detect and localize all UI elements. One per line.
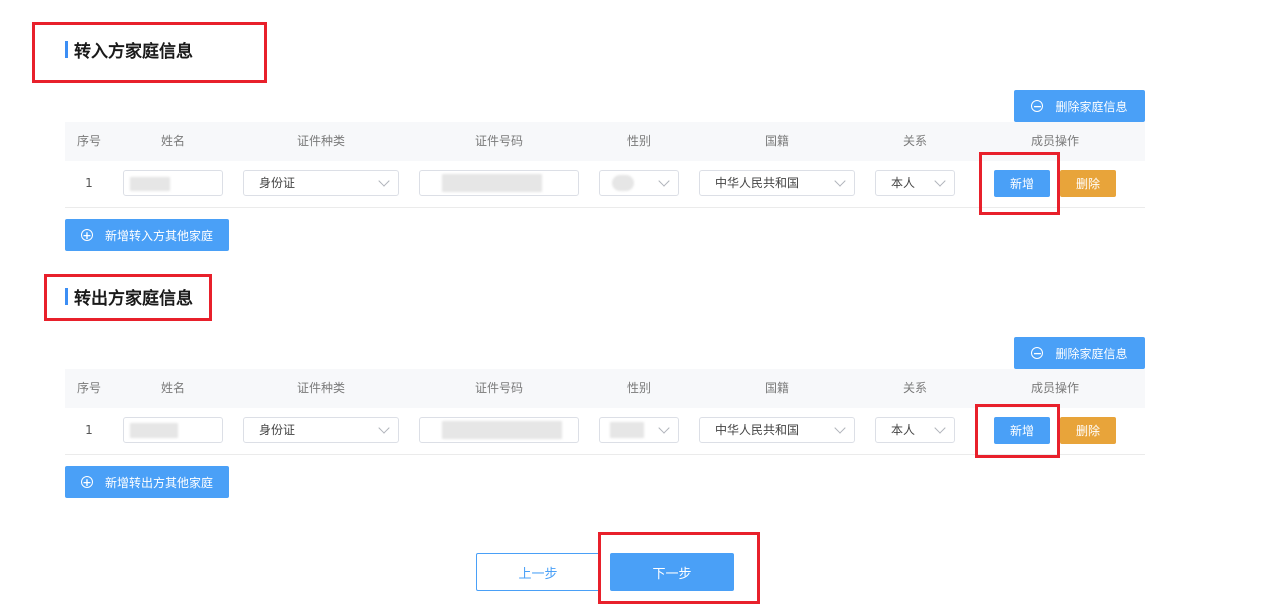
relation-value: 本人 xyxy=(891,423,916,437)
chevron-down-icon xyxy=(834,175,846,187)
chevron-down-icon xyxy=(658,175,670,187)
redacted-mask xyxy=(610,422,644,438)
id-type-value: 身份证 xyxy=(259,423,296,437)
add-in-family-button[interactable]: + 新增转入方其他家庭 xyxy=(65,219,229,251)
nationality-select[interactable]: 中华人民共和国 xyxy=(699,170,855,196)
prev-step-button[interactable]: 上一步 xyxy=(476,553,600,591)
plus-circle-icon: + xyxy=(80,228,93,242)
chevron-down-icon xyxy=(378,175,390,187)
th-name: 姓名 xyxy=(160,134,185,148)
add-in-family-label: 新增转入方其他家庭 xyxy=(104,228,213,243)
title-accent-bar xyxy=(65,288,68,305)
th-nationality: 国籍 xyxy=(764,381,789,395)
delete-member-button[interactable]: 删除 xyxy=(1060,417,1116,444)
th-id-type: 证件种类 xyxy=(296,134,345,148)
delete-member-button[interactable]: 删除 xyxy=(1060,170,1116,197)
add-member-button[interactable]: 新增 xyxy=(994,417,1050,444)
redacted-mask xyxy=(442,421,562,439)
id-number-input[interactable] xyxy=(419,417,579,443)
th-id-type: 证件种类 xyxy=(296,381,345,395)
name-input[interactable] xyxy=(123,170,223,196)
gender-select[interactable] xyxy=(599,417,679,443)
relation-select[interactable]: 本人 xyxy=(875,170,955,196)
gender-select[interactable] xyxy=(599,170,679,196)
add-out-family-button[interactable]: + 新增转出方其他家庭 xyxy=(65,466,229,498)
chevron-down-icon xyxy=(834,422,846,434)
redacted-mask xyxy=(442,174,542,192)
th-member-actions: 成员操作 xyxy=(1030,134,1079,148)
relation-value: 本人 xyxy=(891,176,916,190)
id-type-value: 身份证 xyxy=(259,176,296,190)
section-in-title-text: 转入方家庭信息 xyxy=(74,42,193,62)
id-number-input[interactable] xyxy=(419,170,579,196)
delete-family-button[interactable]: − 删除家庭信息 xyxy=(1014,337,1145,369)
delete-family-label: 删除家庭信息 xyxy=(1055,346,1128,361)
th-nationality: 国籍 xyxy=(764,134,789,148)
row-index: 1 xyxy=(85,176,93,190)
th-id-number: 证件号码 xyxy=(474,134,523,148)
th-id-number: 证件号码 xyxy=(474,381,523,395)
th-member-actions: 成员操作 xyxy=(1030,381,1079,395)
add-member-button[interactable]: 新增 xyxy=(994,170,1050,197)
section-in-title: 转入方家庭信息 xyxy=(65,37,193,62)
th-name: 姓名 xyxy=(160,381,185,395)
nationality-value: 中华人民共和国 xyxy=(715,176,800,190)
th-gender: 性别 xyxy=(626,134,651,148)
table-row: 1 身份证 中华人民共和国 本人 新增 删除 xyxy=(65,408,1145,455)
redacted-mask xyxy=(130,423,178,438)
add-out-family-label: 新增转出方其他家庭 xyxy=(104,475,213,490)
table-header: 序号 姓名 证件种类 证件号码 性别 国籍 关系 成员操作 xyxy=(65,122,1145,161)
th-index: 序号 xyxy=(76,134,101,148)
id-type-select[interactable]: 身份证 xyxy=(243,417,399,443)
id-type-select[interactable]: 身份证 xyxy=(243,170,399,196)
redacted-mask xyxy=(612,175,634,191)
chevron-down-icon xyxy=(658,422,670,434)
delete-family-button[interactable]: − 删除家庭信息 xyxy=(1014,90,1145,122)
minus-circle-icon: − xyxy=(1031,346,1044,360)
title-accent-bar xyxy=(65,41,68,58)
redacted-mask xyxy=(130,177,170,191)
delete-family-label: 删除家庭信息 xyxy=(1055,99,1128,114)
minus-circle-icon: − xyxy=(1031,99,1044,113)
th-relation: 关系 xyxy=(902,381,927,395)
table-row: 1 身份证 中华人民共和国 本人 新增 删除 xyxy=(65,161,1145,208)
chevron-down-icon xyxy=(934,422,946,434)
section-out-title-text: 转出方家庭信息 xyxy=(74,289,193,309)
chevron-down-icon xyxy=(378,422,390,434)
th-relation: 关系 xyxy=(902,134,927,148)
th-gender: 性别 xyxy=(626,381,651,395)
section-out-title: 转出方家庭信息 xyxy=(65,284,193,309)
next-step-button[interactable]: 下一步 xyxy=(610,553,734,591)
plus-circle-icon: + xyxy=(80,475,93,489)
nationality-select[interactable]: 中华人民共和国 xyxy=(699,417,855,443)
nationality-value: 中华人民共和国 xyxy=(715,423,800,437)
name-input[interactable] xyxy=(123,417,223,443)
row-index: 1 xyxy=(85,423,93,437)
table-header: 序号 姓名 证件种类 证件号码 性别 国籍 关系 成员操作 xyxy=(65,369,1145,408)
th-index: 序号 xyxy=(76,381,101,395)
chevron-down-icon xyxy=(934,175,946,187)
relation-select[interactable]: 本人 xyxy=(875,417,955,443)
